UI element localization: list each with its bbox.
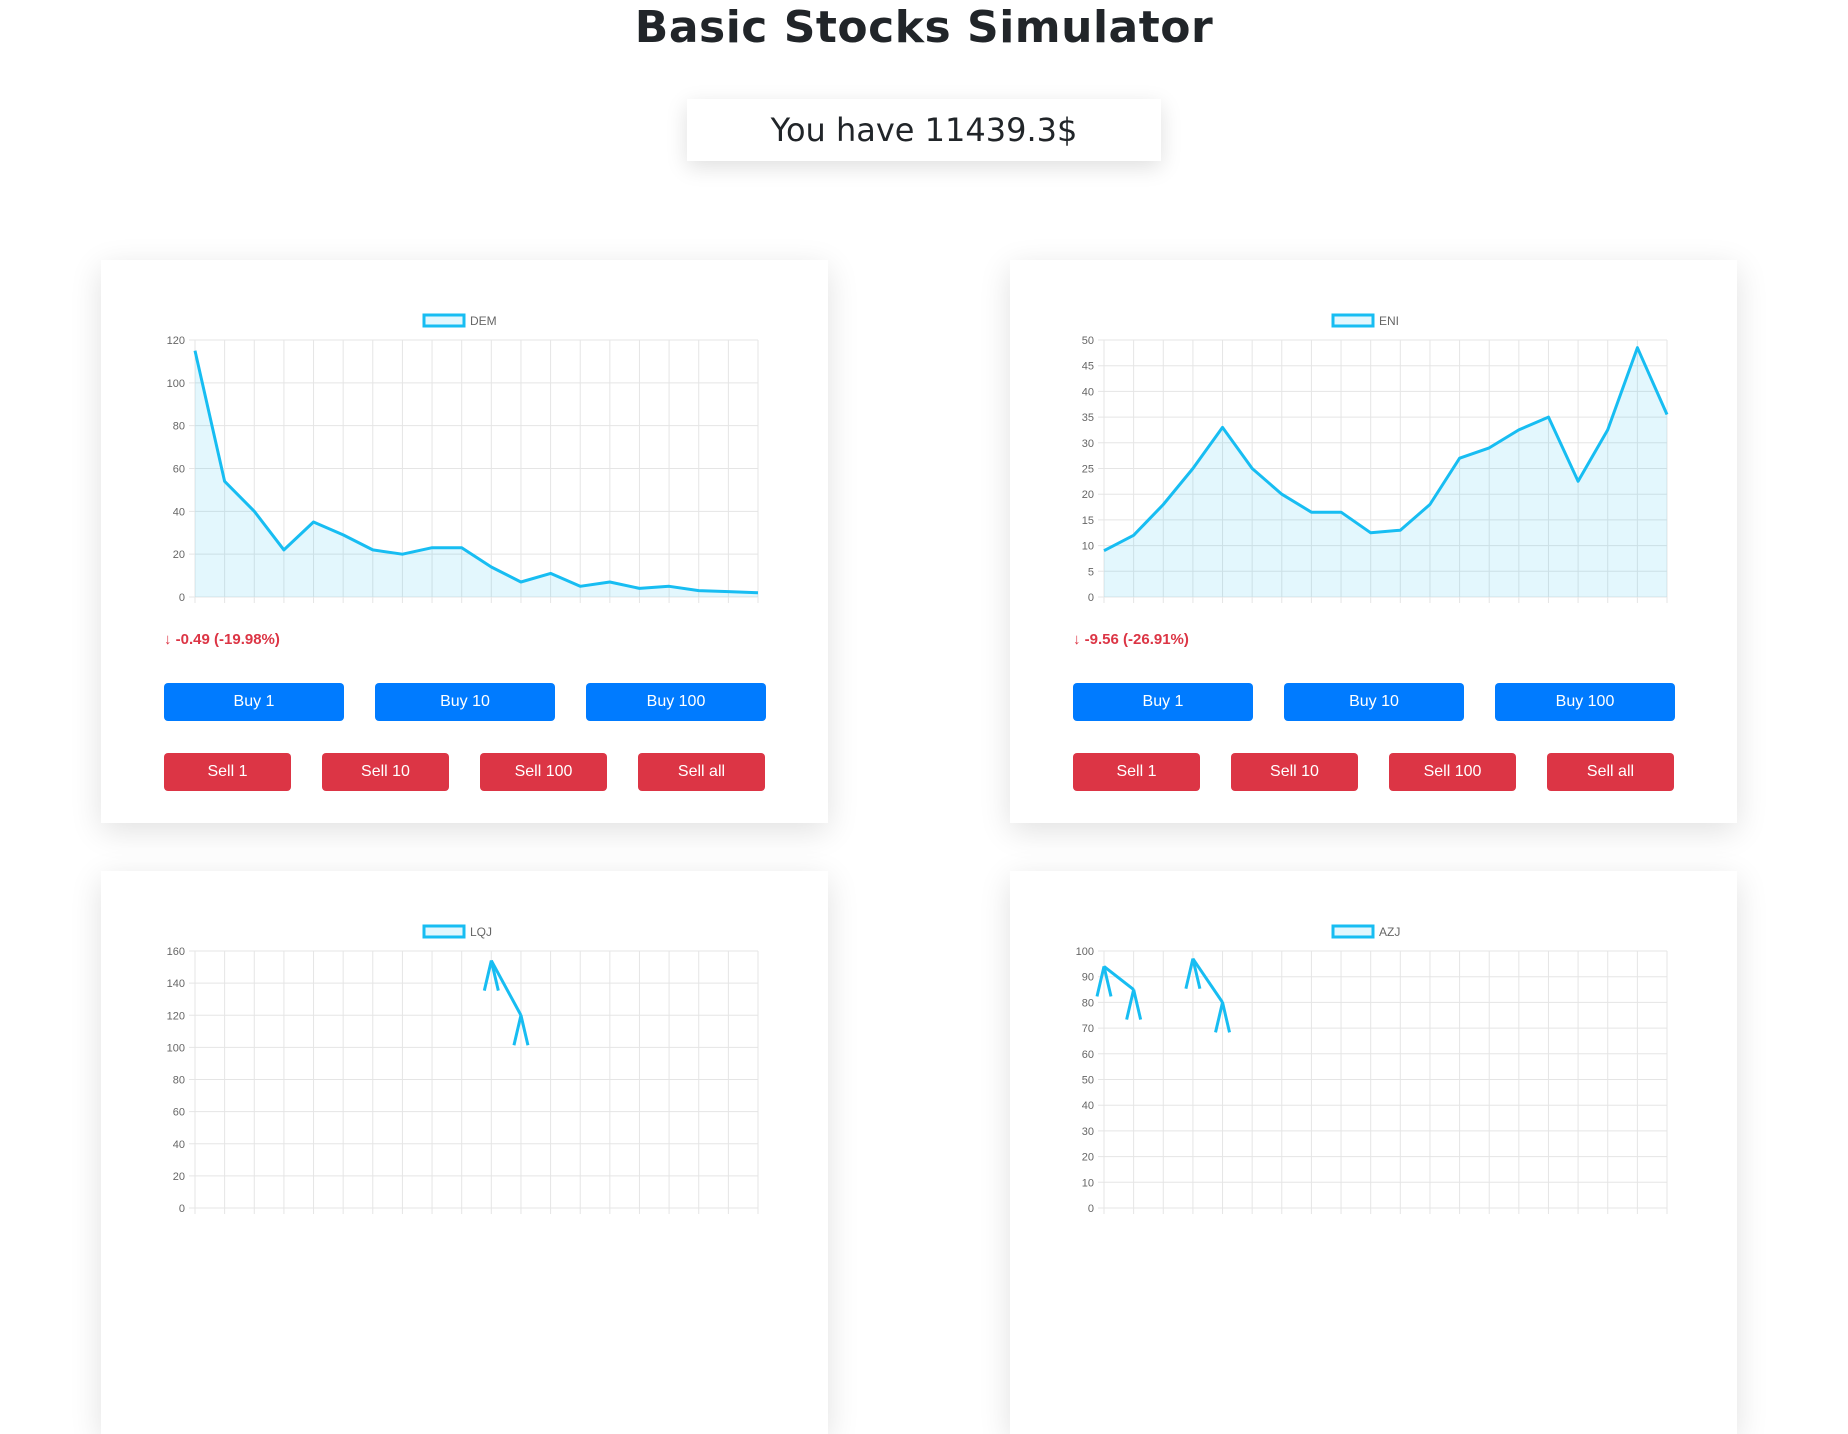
y-tick-label: 160 xyxy=(167,946,185,958)
y-tick-label: 15 xyxy=(1082,515,1094,527)
sell-10-button-eni[interactable]: Sell 10 xyxy=(1231,753,1358,791)
sell-all-button-dem[interactable]: Sell all xyxy=(638,753,765,791)
legend-label: ENI xyxy=(1379,314,1399,328)
page-title: Basic Stocks Simulator xyxy=(634,2,1214,53)
y-tick-label: 70 xyxy=(1082,1023,1094,1035)
stock-chart-azj: AZJ 0 10 20 30 40 50 60 70 80 90 100 xyxy=(1076,924,1668,1215)
y-tick-label: 30 xyxy=(1082,438,1094,450)
price-change-eni: ↓ -9.56 (-26.91%) xyxy=(1073,631,1189,648)
price-change-dem: ↓ -0.49 (-19.98%) xyxy=(164,631,280,648)
y-tick-label: 10 xyxy=(1082,1177,1094,1189)
y-tick-label: 80 xyxy=(173,421,185,433)
y-tick-label: 10 xyxy=(1082,541,1094,553)
legend-swatch xyxy=(422,313,466,328)
y-tick-label: 60 xyxy=(173,464,185,476)
y-tick-label: 40 xyxy=(173,1139,185,1151)
stock-card-eni: ENI 0 5 10 15 20 25 30 35 40 45 50 ↓ -9.56 (-26.91%… xyxy=(1010,260,1737,823)
y-tick-label: 40 xyxy=(1082,386,1094,398)
y-tick-label: 40 xyxy=(173,506,185,518)
stock-card-azj: AZJ 0 10 20 30 40 50 60 70 80 90 100 xyxy=(1010,871,1737,1434)
y-tick-label: 25 xyxy=(1082,464,1094,476)
y-tick-label: 100 xyxy=(167,1042,185,1054)
y-tick-label: 60 xyxy=(1082,1049,1094,1061)
y-tick-label: 35 xyxy=(1082,412,1094,424)
series-segment xyxy=(489,959,523,1016)
y-tick-label: 5 xyxy=(1088,566,1094,578)
y-tick-label: 30 xyxy=(1082,1126,1094,1138)
y-tick-label: 0 xyxy=(179,592,185,604)
y-tick-label: 20 xyxy=(1082,489,1094,501)
stock-chart-dem: DEM 0 20 40 60 80 100 120 xyxy=(167,313,759,604)
sell-10-button-dem[interactable]: Sell 10 xyxy=(322,753,449,791)
buy-10-button-dem[interactable]: Buy 10 xyxy=(375,683,555,721)
y-tick-label: 100 xyxy=(1076,946,1094,958)
stock-chart-lqj: LQJ020406080100120140160 xyxy=(167,924,759,1215)
y-tick-label: 80 xyxy=(1082,997,1094,1009)
y-tick-label: 50 xyxy=(1082,1075,1094,1087)
legend-label: LQJ xyxy=(470,925,492,939)
series-area xyxy=(195,350,758,597)
legend-label: DEM xyxy=(470,314,497,328)
y-tick-label: 0 xyxy=(179,1203,185,1215)
y-tick-label: 0 xyxy=(1088,592,1094,604)
y-tick-label: 90 xyxy=(1082,972,1094,984)
legend-swatch xyxy=(1331,924,1375,939)
buy-10-button-eni[interactable]: Buy 10 xyxy=(1284,683,1464,721)
sell-all-button-eni[interactable]: Sell all xyxy=(1547,753,1674,791)
y-tick-label: 0 xyxy=(1088,1203,1094,1215)
y-tick-label: 120 xyxy=(167,335,185,347)
sell-100-button-eni[interactable]: Sell 100 xyxy=(1389,753,1516,791)
stock-card-lqj: LQJ 0 20 40 60 80 100 120 140 160 xyxy=(101,871,828,1434)
y-tick-label: 80 xyxy=(173,1075,185,1087)
sell-1-button-eni[interactable]: Sell 1 xyxy=(1073,753,1200,791)
stock-chart-eni: ENI 0 5 10 15 20 25 30 35 40 45 50 xyxy=(1082,313,1669,604)
sell-100-button-dem[interactable]: Sell 100 xyxy=(480,753,607,791)
sell-1-button-dem[interactable]: Sell 1 xyxy=(164,753,291,791)
y-tick-label: 20 xyxy=(1082,1152,1094,1164)
balance-text: You have 11439.3$ xyxy=(770,111,1078,149)
y-tick-label: 50 xyxy=(1082,335,1094,347)
buy-100-button-dem[interactable]: Buy 100 xyxy=(586,683,766,721)
legend-swatch xyxy=(422,924,466,939)
y-tick-label: 40 xyxy=(1082,1100,1094,1112)
y-tick-label: 20 xyxy=(173,1171,185,1183)
buy-1-button-eni[interactable]: Buy 1 xyxy=(1073,683,1253,721)
y-tick-label: 120 xyxy=(167,1010,185,1022)
y-tick-label: 20 xyxy=(173,549,185,561)
buy-100-button-eni[interactable]: Buy 100 xyxy=(1495,683,1675,721)
y-tick-label: 100 xyxy=(167,378,185,390)
buy-1-button-dem[interactable]: Buy 1 xyxy=(164,683,344,721)
legend-swatch xyxy=(1331,313,1375,328)
balance-card: You have 11439.3$ xyxy=(687,99,1161,161)
y-tick-label: 45 xyxy=(1082,361,1094,373)
stock-card-dem: DEM 0 20 40 60 80 100 120 ↓ -0.49 (-19.98%) Buy… xyxy=(101,260,828,823)
y-tick-label: 60 xyxy=(173,1107,185,1119)
legend-label: AZJ xyxy=(1379,925,1400,939)
